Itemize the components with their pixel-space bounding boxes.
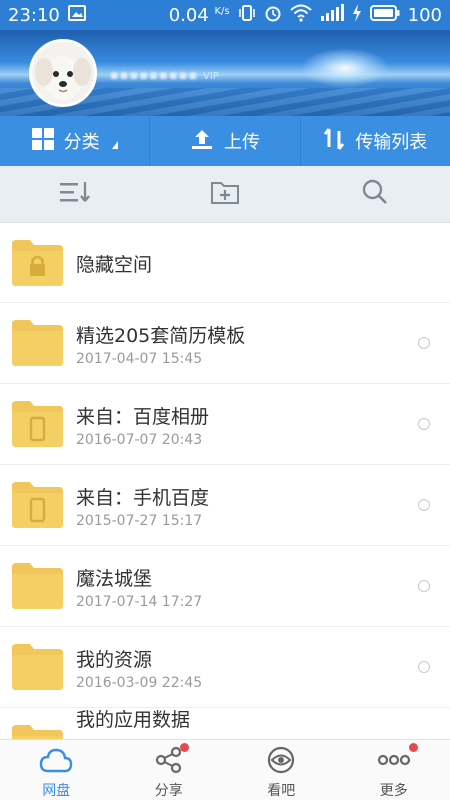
charging-icon xyxy=(352,3,362,27)
share-icon xyxy=(154,746,184,778)
nav-watch-label: 看吧 xyxy=(267,783,296,799)
new-folder-button[interactable] xyxy=(150,166,300,222)
nav-netdisk[interactable]: 网盘 xyxy=(0,740,113,800)
nav-more-label: 更多 xyxy=(379,783,408,799)
search-icon xyxy=(362,179,388,209)
list-item[interactable]: 我的资源 2016-03-09 22:45 xyxy=(0,627,450,708)
file-date: 2017-04-07 15:45 xyxy=(76,351,203,367)
file-date: 2016-07-07 20:43 xyxy=(76,432,203,448)
username: ▪▪▪▪▪▪▪▪▪ xyxy=(110,68,199,83)
select-radio[interactable] xyxy=(418,418,430,430)
select-radio[interactable] xyxy=(418,499,430,511)
nav-watch[interactable]: 看吧 xyxy=(225,740,338,800)
alarm-icon xyxy=(264,4,282,27)
folder-icon xyxy=(12,320,63,366)
file-name: 来自：手机百度 xyxy=(76,487,210,509)
file-list: 隐藏空间 精选205套简历模板 2017-04-07 15:45 来自：百度相册… xyxy=(0,223,450,739)
signal-icon xyxy=(320,3,344,27)
file-name: 魔法城堡 xyxy=(76,568,153,590)
image-notification-icon xyxy=(67,4,86,26)
profile-banner: ▪▪▪▪▪▪▪▪▪ VIP xyxy=(0,30,450,116)
device-folder-icon xyxy=(12,482,63,528)
file-date: 2016-03-09 22:45 xyxy=(76,675,203,691)
wifi-icon xyxy=(289,4,312,27)
avatar[interactable] xyxy=(29,39,97,107)
upload-label: 上传 xyxy=(223,132,260,153)
bottom-nav: 网盘 分享 看吧 更多 xyxy=(0,739,450,800)
category-button[interactable]: 分类 xyxy=(0,116,151,166)
file-name: 我的应用数据 xyxy=(76,709,191,731)
toolbar xyxy=(0,166,450,223)
caret-icon xyxy=(111,141,118,149)
select-radio[interactable] xyxy=(418,661,430,673)
category-label: 分类 xyxy=(63,132,100,153)
list-item[interactable]: 魔法城堡 2017-07-14 17:27 xyxy=(0,546,450,627)
folder-icon xyxy=(12,563,63,609)
battery-level: 100 xyxy=(407,4,442,26)
transfer-list-label: 传输列表 xyxy=(355,132,428,153)
search-button[interactable] xyxy=(300,166,450,222)
transfer-list-button[interactable]: 传输列表 xyxy=(301,116,450,166)
folder-icon xyxy=(12,644,63,690)
list-item[interactable]: 隐藏空间 xyxy=(0,223,450,303)
file-name: 我的资源 xyxy=(76,649,153,671)
upload-icon xyxy=(190,127,214,156)
battery-icon xyxy=(369,4,400,26)
network-speed: 0.04 K/s xyxy=(168,4,230,26)
transfer-icon xyxy=(323,127,345,156)
upload-button[interactable]: 上传 xyxy=(150,116,301,166)
list-item[interactable]: 我的应用数据 xyxy=(0,708,450,739)
grid-icon xyxy=(31,127,54,155)
locked-folder-icon xyxy=(12,240,63,286)
vibrate-icon xyxy=(238,4,256,27)
folder-icon xyxy=(12,725,63,739)
status-time: 23:10 xyxy=(8,4,60,26)
file-date: 2017-07-14 17:27 xyxy=(76,594,203,610)
select-radio[interactable] xyxy=(418,337,430,349)
share-badge xyxy=(179,743,189,752)
nav-share[interactable]: 分享 xyxy=(113,740,226,800)
nav-share-label: 分享 xyxy=(154,783,183,799)
sort-button[interactable] xyxy=(0,166,150,222)
file-name: 来自：百度相册 xyxy=(76,406,210,428)
device-folder-icon xyxy=(12,401,63,447)
list-item[interactable]: 精选205套简历模板 2017-04-07 15:45 xyxy=(0,303,450,384)
more-icon xyxy=(377,746,411,778)
sort-icon xyxy=(60,181,90,207)
eye-icon xyxy=(266,746,296,778)
file-name: 隐藏空间 xyxy=(76,254,153,276)
list-item[interactable]: 来自：百度相册 2016-07-07 20:43 xyxy=(0,384,450,465)
select-radio[interactable] xyxy=(418,580,430,592)
file-date: 2015-07-27 15:17 xyxy=(76,513,203,529)
vip-badge: VIP xyxy=(203,71,219,82)
status-bar: 23:10 0.04 K/s 100 xyxy=(0,0,450,30)
more-badge xyxy=(408,743,418,752)
nav-more[interactable]: 更多 xyxy=(338,740,450,800)
action-bar: 分类 上传 传输列表 xyxy=(0,116,450,166)
new-folder-icon xyxy=(211,180,239,208)
nav-netdisk-label: 网盘 xyxy=(42,783,71,799)
list-item[interactable]: 来自：手机百度 2015-07-27 15:17 xyxy=(0,465,450,546)
file-name: 精选205套简历模板 xyxy=(76,325,246,347)
cloud-icon xyxy=(39,746,73,778)
